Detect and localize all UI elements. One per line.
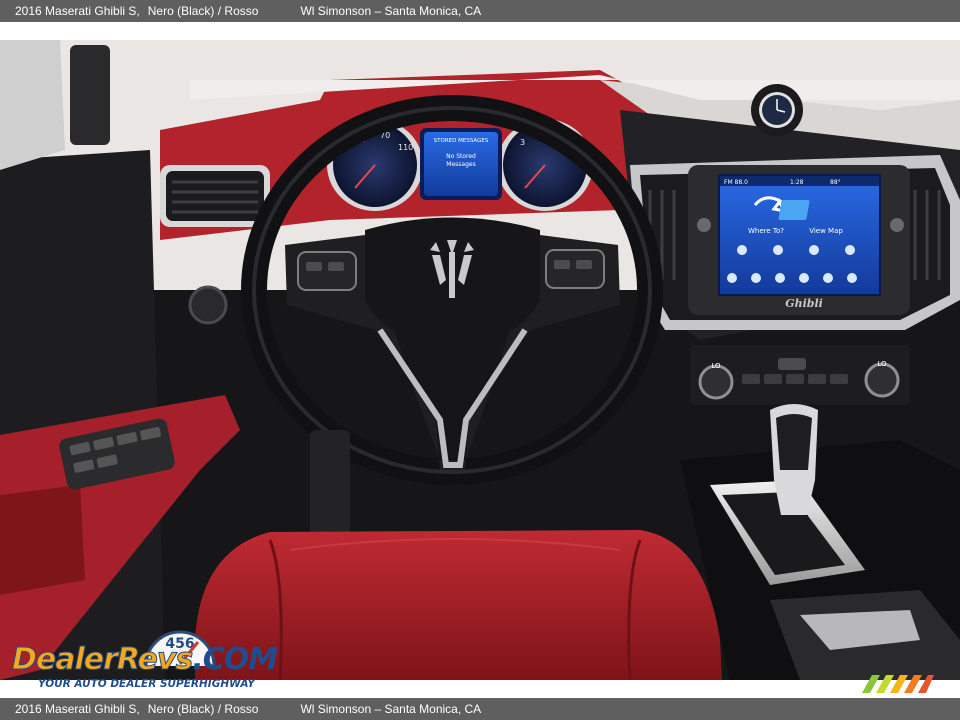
cluster-screen-line2: No Stored — [446, 153, 476, 160]
caption-bar-bottom: 2016 Maserati Ghibli S, Nero (Black) / R… — [0, 698, 960, 720]
ghibli-badge: Ghibli — [785, 297, 823, 310]
dashboard-illustration: 40 70110 345 STORED MESSAGES No Stored Me… — [0, 40, 960, 680]
cluster-screen-title: STORED MESSAGES — [434, 138, 489, 144]
stripe-logo-icon — [862, 675, 934, 693]
caption-vehicle-bottom: 2016 Maserati Ghibli S, — [15, 702, 140, 716]
caption-dealer-bottom: Wl Simonson – Santa Monica, CA — [300, 702, 482, 716]
dealerrevs-logo: 456 DealerRevs.COM YOUR AUTO DEALER SUPE… — [10, 622, 278, 694]
cluster-screen-line3: Messages — [446, 161, 475, 168]
caption-color-bottom: Nero (Black) / Rosso — [147, 702, 259, 716]
infotainment-temp: 88° — [830, 179, 841, 186]
caption-vehicle: 2016 Maserati Ghibli S, — [15, 4, 140, 18]
climate-left-temp: LO — [711, 362, 721, 370]
infotainment-time: 1:28 — [790, 179, 804, 186]
svg-text:3: 3 — [520, 138, 525, 147]
dealerrevs-wordmark: DealerRevs.COM — [11, 642, 278, 678]
caption-dealer: Wl Simonson – Santa Monica, CA — [300, 4, 482, 18]
interior-photo: 40 70 110 345 STORED MESSAGES No Stored Me… — [0, 40, 960, 680]
climate-right-temp: LO — [877, 360, 887, 368]
caption-color: Nero (Black) / Rosso — [147, 4, 259, 18]
caption-bar-top: 2016 Maserati Ghibli S, Nero (Black) / R… — [0, 0, 960, 22]
infotainment-tile-where[interactable]: Where To? — [748, 227, 784, 235]
dealerrevs-tagline: YOUR AUTO DEALER SUPERHIGHWAY — [38, 678, 255, 690]
svg-text:110: 110 — [398, 143, 413, 152]
infotainment-station: FM 88.0 — [724, 179, 748, 186]
infotainment-tile-map[interactable]: View Map — [809, 227, 843, 235]
